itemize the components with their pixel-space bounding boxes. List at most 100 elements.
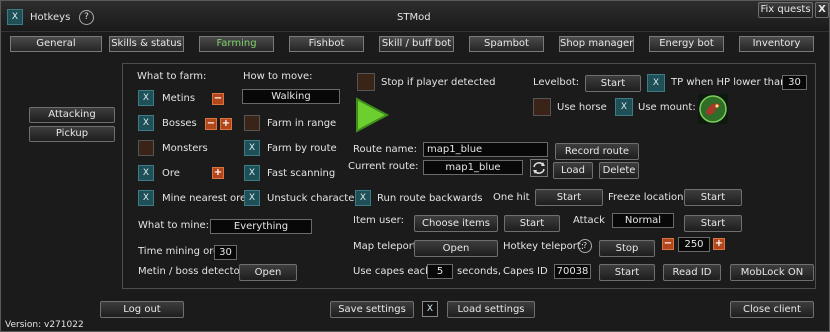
moblock-button[interactable]: MobLock ON <box>730 264 814 281</box>
save-settings-button[interactable]: Save settings <box>330 301 414 318</box>
monsters-label: Monsters <box>162 143 208 154</box>
metins-minus-button[interactable]: − <box>212 93 224 105</box>
bosses-plus-button[interactable]: + <box>220 118 232 130</box>
unstuck-character-label: Unstuck character <box>267 193 359 204</box>
load-settings-button[interactable]: Load settings <box>447 301 535 318</box>
farm-in-range-label: Farm in range <box>267 118 337 129</box>
ore-label: Ore <box>162 168 180 179</box>
levelbot-start-button[interactable]: Start <box>585 75 641 92</box>
hotkey-teleport-stop-button[interactable]: Stop <box>599 240 655 257</box>
current-route-select[interactable]: map1_blue <box>423 160 523 175</box>
farm-by-route-checkbox[interactable]: X <box>244 140 260 156</box>
record-route-button[interactable]: Record route <box>555 143 639 160</box>
how-to-move-select[interactable]: Walking <box>242 89 340 104</box>
monsters-checkbox[interactable] <box>138 140 154 156</box>
ore-checkbox[interactable]: X <box>138 165 154 181</box>
use-capes-label: Use capes each <box>353 266 432 277</box>
fast-scanning-label: Fast scanning <box>267 168 336 179</box>
play-icon[interactable] <box>353 97 391 133</box>
freeze-location-label: Freeze location: <box>608 192 687 203</box>
sidebar-item-attacking[interactable]: Attacking <box>29 107 115 123</box>
ore-plus-button[interactable]: + <box>212 167 224 179</box>
stop-if-player-checkbox[interactable] <box>357 73 375 91</box>
route-name-label: Route name: <box>353 144 417 155</box>
stop-if-player-label: Stop if player detected <box>381 77 496 88</box>
log-out-button[interactable]: Log out <box>100 301 184 318</box>
tab-shop-manager[interactable]: Shop manager <box>559 36 634 52</box>
tab-skill-buff-bot[interactable]: Skill / buff bot <box>379 36 454 52</box>
tp-hp-label: TP when HP lower than <box>671 77 787 88</box>
use-mount-checkbox[interactable]: X <box>615 98 633 116</box>
capes-id-label: Capes ID <box>503 266 548 277</box>
one-hit-label: One hit <box>493 192 530 203</box>
freeze-location-start-button[interactable]: Start <box>684 189 742 206</box>
metins-checkbox[interactable]: X <box>138 90 154 106</box>
tp-hp-input[interactable]: 30 <box>782 75 807 90</box>
bosses-checkbox[interactable]: X <box>138 115 154 131</box>
tab-spambot[interactable]: Spambot <box>469 36 544 52</box>
attack-start-button[interactable]: Start <box>684 215 742 232</box>
map-teleport-open-button[interactable]: Open <box>414 240 498 257</box>
current-route-label: Current route: <box>348 161 419 172</box>
hotkey-teleport-input[interactable]: 250 <box>678 237 710 252</box>
one-hit-start-button[interactable]: Start <box>535 189 603 206</box>
farm-by-route-label: Farm by route <box>267 143 337 154</box>
metins-label: Metins <box>162 93 196 104</box>
tab-skills-status[interactable]: Skills & status <box>109 36 184 52</box>
capes-interval-input[interactable]: 5 <box>427 264 453 279</box>
mount-icon[interactable] <box>698 94 728 124</box>
use-horse-label: Use horse <box>557 102 607 113</box>
window-title: STMod <box>397 12 431 23</box>
what-to-mine-label: What to mine: <box>138 220 210 231</box>
farm-in-range-checkbox[interactable] <box>244 115 260 131</box>
time-mining-label: Time mining ore <box>138 246 220 257</box>
detector-open-button[interactable]: Open <box>239 264 297 281</box>
route-name-input[interactable]: map1_blue <box>423 142 548 157</box>
bosses-minus-button[interactable]: − <box>205 118 217 130</box>
choose-items-button[interactable]: Choose items <box>414 215 498 232</box>
tab-energy-bot[interactable]: Energy bot <box>649 36 724 52</box>
fix-quests-button[interactable]: Fix quests <box>758 2 813 18</box>
run-route-backwards-checkbox[interactable]: X <box>355 190 371 206</box>
what-to-farm-heading: What to farm: <box>137 71 207 82</box>
hotkeys-checkbox[interactable]: X <box>7 9 23 25</box>
use-horse-checkbox[interactable] <box>533 98 551 116</box>
how-to-move-heading: How to move: <box>243 71 313 82</box>
capes-start-button[interactable]: Start <box>599 264 655 281</box>
mine-nearest-ore-label: Mine nearest ore <box>162 193 247 204</box>
version-label: Version: v271022 <box>5 320 84 330</box>
run-route-backwards-label: Run route backwards <box>377 193 483 204</box>
what-to-mine-select[interactable]: Everything <box>210 219 312 234</box>
capes-id-input[interactable]: 70038 <box>554 264 591 279</box>
map-teleport-label: Map teleport <box>353 241 417 252</box>
unstuck-character-checkbox[interactable]: X <box>244 190 260 206</box>
delete-route-button[interactable]: Delete <box>599 162 639 179</box>
bosses-label: Bosses <box>162 118 197 129</box>
help-icon[interactable]: ? <box>79 10 94 25</box>
use-mount-label: Use mount: <box>638 102 696 113</box>
close-icon[interactable]: X <box>815 2 829 18</box>
close-client-button[interactable]: Close client <box>730 301 814 318</box>
tab-farming[interactable]: Farming <box>199 36 274 52</box>
capes-seconds-label: seconds, <box>457 266 502 277</box>
hotkey-teleport-help-icon[interactable]: ? <box>578 239 592 253</box>
detector-label: Metin / boss detector <box>138 266 244 277</box>
levelbot-label: Levelbot: <box>533 77 580 88</box>
read-id-button[interactable]: Read ID <box>663 264 721 281</box>
tab-general[interactable]: General <box>10 36 102 52</box>
sidebar-item-pickup[interactable]: Pickup <box>29 126 115 142</box>
tab-fishbot[interactable]: Fishbot <box>289 36 364 52</box>
save-settings-toggle[interactable]: X <box>422 301 438 317</box>
fast-scanning-checkbox[interactable]: X <box>244 165 260 181</box>
time-mining-input[interactable]: 30 <box>214 245 237 260</box>
refresh-icon[interactable] <box>530 159 548 177</box>
attack-mode-select[interactable]: Normal <box>612 213 674 228</box>
hotkey-teleport-minus-button[interactable]: − <box>662 238 674 250</box>
item-user-start-button[interactable]: Start <box>504 215 560 232</box>
attack-label: Attack <box>573 215 605 226</box>
tp-hp-checkbox[interactable]: X <box>647 74 665 92</box>
hotkey-teleport-plus-button[interactable]: + <box>713 238 725 250</box>
mine-nearest-ore-checkbox[interactable]: X <box>138 190 154 206</box>
tab-inventory[interactable]: Inventory <box>739 36 814 52</box>
load-route-button[interactable]: Load <box>553 162 593 179</box>
